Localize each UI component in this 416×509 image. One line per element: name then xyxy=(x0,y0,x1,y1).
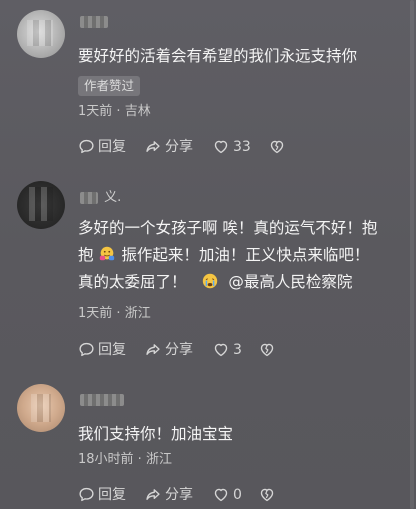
comment-location: 浙江 xyxy=(124,306,151,321)
heart-icon xyxy=(214,488,228,501)
share-button[interactable]: 分享 xyxy=(144,485,193,505)
comment-meta: 1天前 · 吉林 xyxy=(78,100,151,119)
meta-separator: · xyxy=(112,104,125,119)
share-arrow-icon xyxy=(146,343,160,355)
comment-bubble-icon xyxy=(79,139,94,153)
crying-emoji-icon xyxy=(203,273,218,288)
username-blur xyxy=(80,191,98,204)
comment-text-line: 抱 振作起来！加油！正义快点来临吧！ xyxy=(78,246,370,264)
meta-separator: · xyxy=(112,306,125,321)
comment-time: 1天前 xyxy=(78,306,113,321)
avatar[interactable] xyxy=(17,181,65,229)
avatar[interactable] xyxy=(17,384,65,432)
reply-button[interactable]: 回复 xyxy=(78,485,126,505)
scrollbar[interactable] xyxy=(410,0,414,509)
heart-icon xyxy=(214,140,228,153)
comment-text-line: 多好的一个女孩子啊 唉！真的运气不好！抱 xyxy=(78,219,378,237)
comment-text-line: 真的太委屈了！ @最高人民检察院 xyxy=(78,273,353,291)
avatar-mosaic xyxy=(27,20,53,46)
comment-time: 18小时前 xyxy=(78,452,134,467)
hug-emoji-icon xyxy=(100,246,115,260)
like-count: 33 xyxy=(233,139,251,155)
comment-text: 我们支持你！加油宝宝 xyxy=(78,425,234,443)
dislike-button[interactable] xyxy=(268,137,289,157)
share-button[interactable]: 分享 xyxy=(144,137,193,157)
meta-separator: · xyxy=(133,452,146,467)
comment-meta: 18小时前 · 浙江 xyxy=(78,448,172,467)
avatar-mosaic xyxy=(29,187,53,221)
heart-icon xyxy=(214,343,228,356)
comment-location: 吉林 xyxy=(124,104,151,119)
dislike-button[interactable] xyxy=(258,485,279,505)
comment-text: 要好好的活着会有希望的我们永远支持你 xyxy=(78,47,358,65)
username-blur xyxy=(80,15,108,28)
comment-bubble-icon xyxy=(79,487,94,501)
like-button[interactable]: 3 xyxy=(212,340,242,360)
comment-time: 1天前 xyxy=(78,104,113,119)
avatar-mosaic xyxy=(31,394,51,422)
broken-heart-icon xyxy=(270,140,284,153)
like-count: 3 xyxy=(233,342,242,358)
comment-list: 要好好的活着会有希望的我们永远支持你 作者赞过 1天前 · 吉林 回复 分享 3… xyxy=(0,0,416,509)
like-button[interactable]: 0 xyxy=(212,485,242,505)
mention-link[interactable]: @最高人民检察院 xyxy=(228,273,352,291)
broken-heart-icon xyxy=(260,488,274,501)
like-button[interactable]: 33 xyxy=(212,137,251,157)
username[interactable]: 义. xyxy=(80,186,121,205)
share-arrow-icon xyxy=(146,140,160,152)
comment-meta: 1天前 · 浙江 xyxy=(78,302,151,321)
comment-bubble-icon xyxy=(79,342,94,356)
comment-text: 多好的一个女孩子啊 唉！真的运气不好！抱 抱 振作起来！加油！正义快点来临吧！ … xyxy=(78,215,398,296)
username[interactable] xyxy=(80,392,126,408)
broken-heart-icon xyxy=(260,343,274,356)
share-arrow-icon xyxy=(146,488,160,500)
dislike-button[interactable] xyxy=(258,340,279,360)
share-button[interactable]: 分享 xyxy=(144,340,193,360)
like-count: 0 xyxy=(233,487,242,503)
username-blur xyxy=(80,393,124,406)
username[interactable] xyxy=(80,14,110,30)
comment-location: 浙江 xyxy=(145,452,172,467)
avatar[interactable] xyxy=(17,10,65,58)
reply-button[interactable]: 回复 xyxy=(78,340,126,360)
reply-button[interactable]: 回复 xyxy=(78,137,126,157)
author-liked-badge: 作者赞过 xyxy=(78,76,141,96)
